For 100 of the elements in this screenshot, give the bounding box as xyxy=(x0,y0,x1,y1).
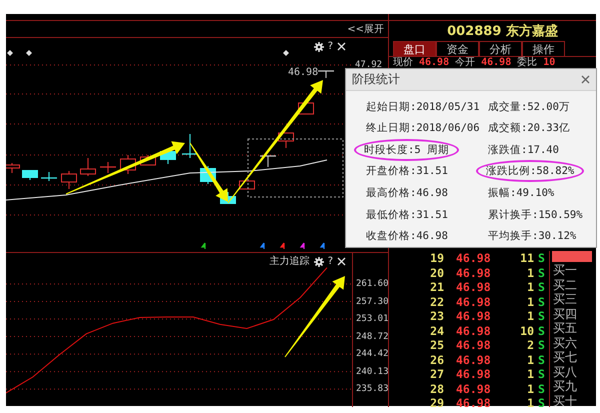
candle xyxy=(182,134,198,158)
quote-value: 46.98 xyxy=(481,57,512,69)
dialog-title: 阶段统计 xyxy=(352,70,400,88)
trade-price: 46.98 xyxy=(455,382,488,396)
trade-volume: 11 xyxy=(519,251,534,266)
trade-side: S xyxy=(538,367,546,382)
trade-side: S xyxy=(538,352,546,367)
highlight-bar xyxy=(552,251,592,262)
trade-price: 46.98 xyxy=(455,352,488,367)
stat-item: 成交量:52.00万 xyxy=(487,100,571,115)
trade-volume: 10 xyxy=(519,324,534,338)
trade-index: 21 xyxy=(429,280,444,294)
axis-label: 47.92 xyxy=(355,60,382,70)
trade-index: 19 xyxy=(429,251,444,266)
stat-item: 起始日期:2018/05/31 xyxy=(365,100,481,115)
gear-icon[interactable] xyxy=(314,256,324,266)
order-level-label: 买八 xyxy=(552,364,578,378)
trade-volume: 2 xyxy=(526,338,534,352)
tab[interactable]: 分析 xyxy=(479,41,522,56)
stat-item: 最高价格:46.98 xyxy=(365,186,449,202)
flag-marker xyxy=(320,242,325,250)
candle xyxy=(61,170,77,190)
order-level-label: 买十 xyxy=(552,392,578,407)
flag-marker xyxy=(300,242,305,250)
stat-item: 收盘价格:46.98 xyxy=(365,229,449,244)
help-glyph[interactable]: ? xyxy=(328,41,333,52)
trade-index: 20 xyxy=(429,266,444,280)
axis-label: 244.42 xyxy=(356,349,389,360)
trade-side: S xyxy=(538,294,546,309)
trade-side: S xyxy=(538,309,546,324)
trade-price: 46.98 xyxy=(455,266,488,280)
stat-item: 累计换手:150.59% xyxy=(487,208,584,223)
stat-item: 时段长度:5 周期 xyxy=(354,138,459,161)
diamond-marker xyxy=(7,50,13,56)
flag-marker xyxy=(200,242,206,250)
stat-item: 成交额:20.33亿 xyxy=(487,121,571,136)
stat-item: 最低价格:31.51 xyxy=(365,208,449,223)
axis-label: 240.13 xyxy=(356,366,389,377)
diamond-marker xyxy=(26,50,32,56)
order-level-label: 买四 xyxy=(552,306,578,320)
axis-label: 248.72 xyxy=(356,332,389,342)
trade-volume: 1 xyxy=(526,309,534,324)
trade-price: 46.98 xyxy=(455,309,488,324)
trade-side: S xyxy=(538,251,546,266)
stat-item: 终止日期:2018/06/06 xyxy=(365,121,481,136)
trade-volume: 1 xyxy=(526,382,534,396)
axis-label: 261.60 xyxy=(356,279,389,289)
trade-price: 46.98 xyxy=(455,280,488,294)
trade-volume: 1 xyxy=(526,352,534,367)
tab[interactable]: 盘口 xyxy=(393,41,436,56)
axis-label: 253.01 xyxy=(356,314,389,324)
quote-value: 10 xyxy=(543,57,556,69)
trade-volume: 1 xyxy=(526,367,534,382)
trade-index: 25 xyxy=(429,338,444,352)
candle xyxy=(41,172,57,182)
trade-price: 46.98 xyxy=(455,294,488,309)
quote-label: 委比 xyxy=(517,57,538,69)
tab[interactable]: 操作 xyxy=(522,41,565,56)
stock-title: 002889 东方嘉盛 xyxy=(447,22,558,40)
stat-item: 平均换手:30.12% xyxy=(487,229,578,244)
trade-side: S xyxy=(538,280,546,294)
trade-volume: 1 xyxy=(526,294,534,309)
axis-label: 257.30 xyxy=(356,296,389,306)
trade-index: 26 xyxy=(429,352,444,367)
trade-price: 46.98 xyxy=(455,338,488,352)
axis-label: 235.83 xyxy=(356,384,389,394)
stat-item: 开盘价格:31.51 xyxy=(365,164,449,180)
candle xyxy=(100,162,116,174)
tab[interactable]: 资金 xyxy=(436,41,479,56)
gear-icon[interactable] xyxy=(314,42,324,52)
stat-item: 涨跌值:17.40 xyxy=(487,142,560,158)
trade-index: 27 xyxy=(429,367,444,382)
order-level-label: 买七 xyxy=(552,349,578,364)
quote-label: 今开 xyxy=(455,57,476,69)
trade-side: S xyxy=(538,266,546,280)
trade-side: S xyxy=(538,338,546,352)
diamond-marker xyxy=(283,50,289,56)
candle xyxy=(260,155,276,168)
trade-volume: 1 xyxy=(526,266,534,280)
trade-index: 24 xyxy=(429,324,444,338)
trade-index: 23 xyxy=(429,309,444,324)
candle xyxy=(80,158,96,176)
stat-item: 涨跌比例:58.82% xyxy=(476,160,584,182)
order-level-label: 买一 xyxy=(552,262,578,276)
stat-item: 振幅:49.10% xyxy=(487,186,556,202)
price-label: 46.98 xyxy=(288,67,318,78)
trade-side: S xyxy=(538,324,546,338)
flag-marker xyxy=(280,242,285,250)
trade-price: 46.98 xyxy=(455,324,488,338)
order-level-label: 买九 xyxy=(552,378,578,392)
expand-button[interactable]: <<展开 xyxy=(343,21,388,36)
trade-volume: 1 xyxy=(526,280,534,294)
trade-index: 28 xyxy=(429,382,444,396)
flag-marker xyxy=(260,242,265,250)
trade-price: 46.98 xyxy=(455,367,488,382)
candle xyxy=(22,170,38,180)
order-level-label: 买六 xyxy=(552,334,578,349)
trade-index: 22 xyxy=(429,294,444,309)
help-glyph[interactable]: ? xyxy=(328,256,333,267)
indicator-title: 主力追踪 xyxy=(270,256,310,267)
